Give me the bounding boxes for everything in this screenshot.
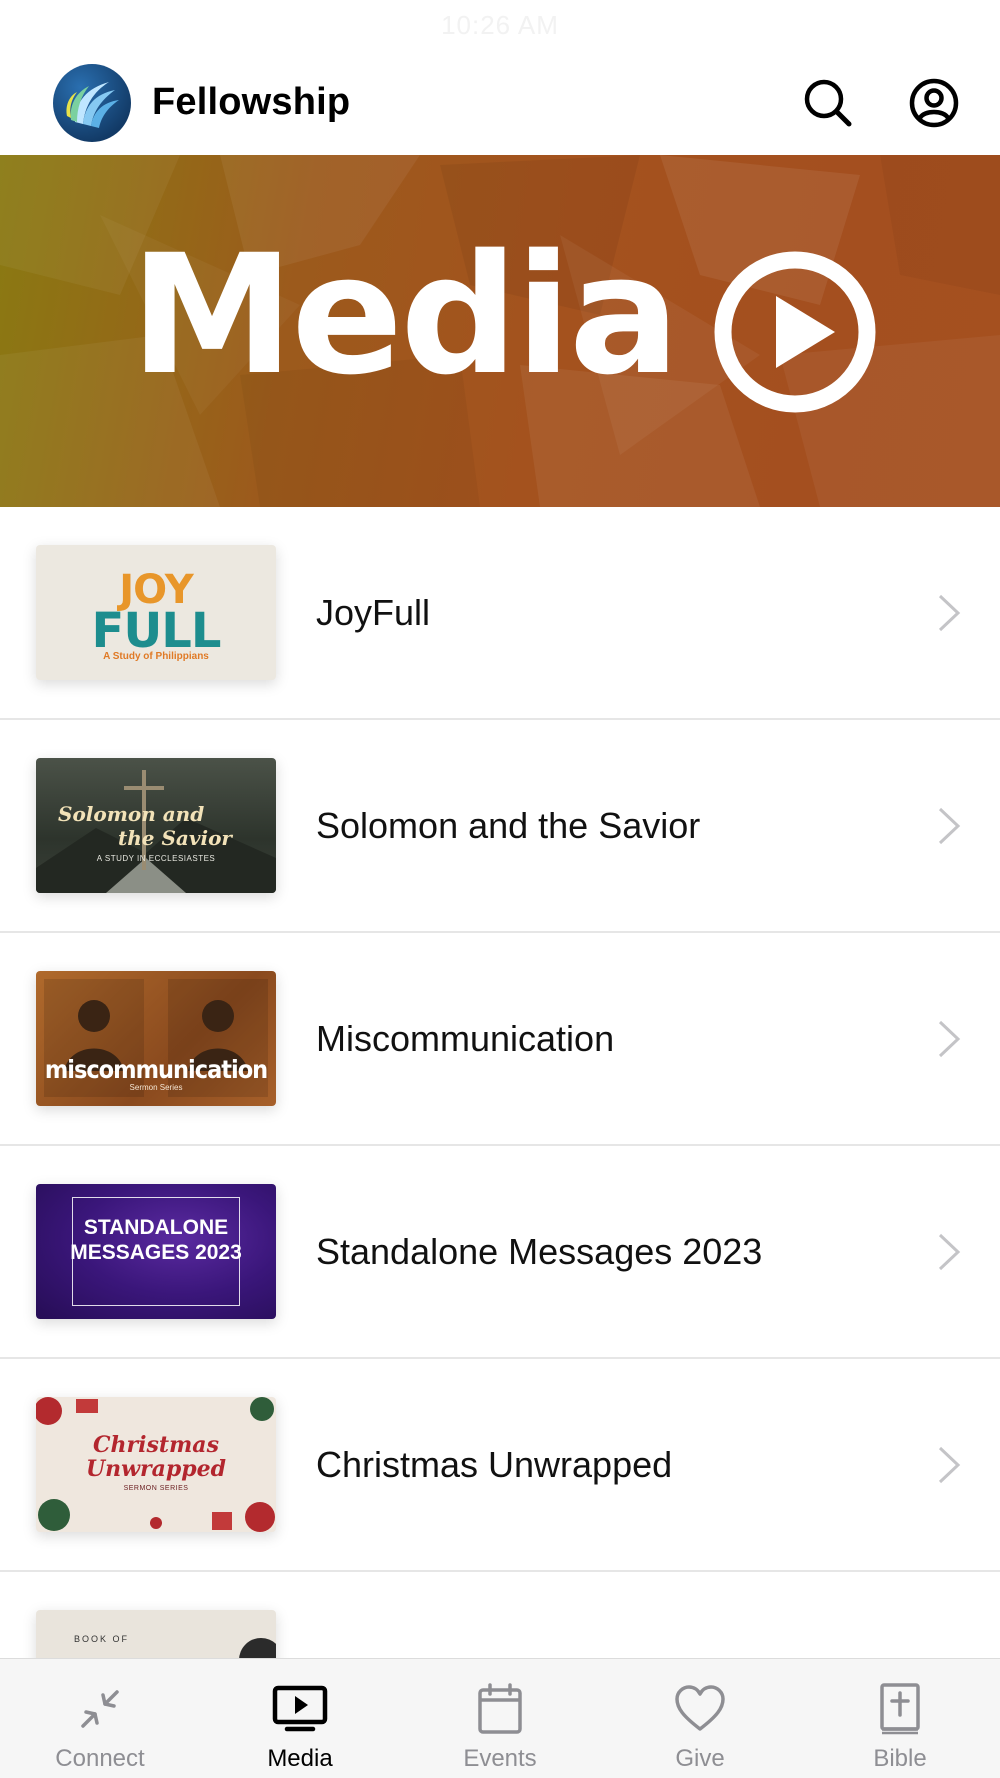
profile-icon [909, 78, 959, 127]
thumb-text: Solomon and [58, 802, 205, 826]
status-bar: 10:26 AM [0, 0, 1000, 50]
tab-give[interactable]: Give [600, 1659, 800, 1778]
thumb-text: Sermon Series [129, 1083, 183, 1092]
series-thumbnail: Christmas Unwrapped SERMON SERIES [36, 1397, 276, 1532]
chevron-right-icon [938, 1446, 961, 1483]
list-item[interactable]: STANDALONE MESSAGES 2023 Standalone Mess… [0, 1146, 1000, 1359]
list-item[interactable]: miscommunication Sermon Series Miscommun… [0, 933, 1000, 1146]
heart-icon [675, 1685, 725, 1731]
tab-bible[interactable]: Bible [800, 1659, 1000, 1778]
tab-events[interactable]: Events [400, 1659, 600, 1778]
tab-label: Media [267, 1745, 333, 1772]
app-header: Fellowship [0, 50, 1000, 155]
tab-label: Connect [55, 1745, 145, 1772]
search-button[interactable] [798, 73, 858, 133]
chevron-right-icon [938, 1020, 961, 1057]
thumb-text: A STUDY IN ECCLESIASTES [96, 854, 216, 863]
profile-button[interactable] [904, 73, 964, 133]
media-hero-banner: Media [0, 155, 1000, 507]
list-item-title: JoyFull [316, 591, 431, 633]
chevron-right-icon [938, 807, 961, 844]
tab-label: Events [463, 1745, 537, 1772]
connect-icon [81, 1690, 119, 1728]
status-time: 10:26 AM [441, 9, 559, 40]
thumb-text: miscommunication [44, 1055, 268, 1084]
search-icon [804, 79, 852, 126]
thumb-text: STANDALONE MESSAGES 2023 [70, 1216, 242, 1264]
tab-connect[interactable]: Connect [0, 1659, 200, 1778]
thumb-text: Christmas Unwrapped [85, 1432, 227, 1482]
list-item-title: Christmas Unwrapped [316, 1443, 673, 1485]
thumb-text: A Study of Philippians [103, 651, 209, 662]
list-item[interactable]: Solomon and the Savior A STUDY IN ECCLES… [0, 720, 1000, 933]
fellowship-logo-icon[interactable] [53, 63, 131, 142]
media-icon [272, 1685, 328, 1732]
chevron-right-icon [938, 1233, 961, 1270]
tab-media[interactable]: Media [200, 1659, 400, 1778]
series-list: JOY FULL A Study of Philippians JoyFull … [0, 507, 1000, 1778]
series-thumbnail: STANDALONE MESSAGES 2023 [36, 1184, 276, 1319]
list-item[interactable]: JOY FULL A Study of Philippians JoyFull [0, 507, 1000, 720]
bible-icon [880, 1683, 920, 1735]
tab-label: Give [675, 1745, 725, 1772]
play-circle-icon[interactable] [713, 250, 877, 414]
tab-label: Bible [873, 1745, 927, 1772]
hero-title: Media [130, 219, 680, 411]
list-item-title: Miscommunication [316, 1017, 615, 1059]
thumb-text: the Savior [118, 826, 232, 850]
list-item[interactable]: Christmas Unwrapped SERMON SERIES Christ… [0, 1359, 1000, 1572]
thumb-text: SERMON SERIES [123, 1485, 189, 1492]
list-item-title: Solomon and the Savior [316, 804, 701, 846]
chevron-right-icon [938, 594, 961, 631]
calendar-icon [478, 1683, 522, 1734]
app-title: Fellowship [152, 81, 351, 123]
series-thumbnail: JOY FULL A Study of Philippians [36, 545, 276, 680]
list-item-title: Standalone Messages 2023 [316, 1230, 763, 1272]
series-thumbnail: miscommunication Sermon Series [36, 971, 276, 1106]
bottom-tab-bar: Connect Media Events Give Bible [0, 1658, 1000, 1778]
series-thumbnail: Solomon and the Savior A STUDY IN ECCLES… [36, 758, 276, 893]
